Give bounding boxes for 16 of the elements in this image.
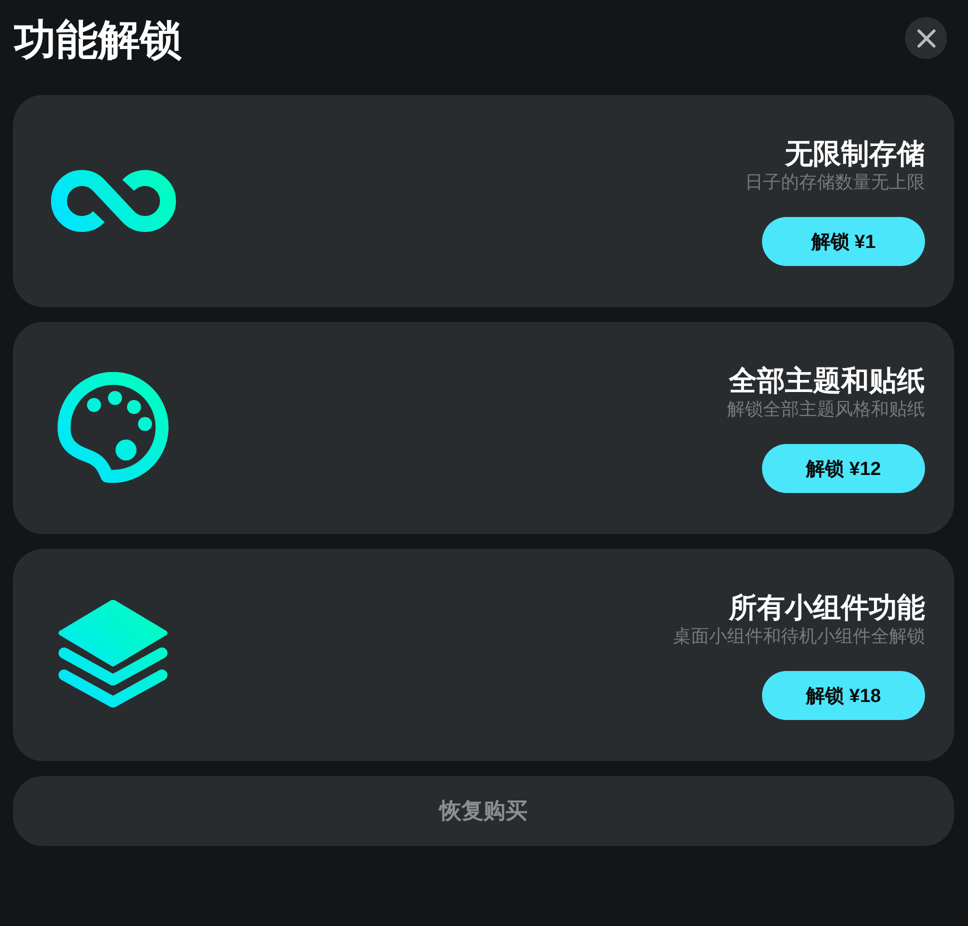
unlock-button[interactable]: 解锁 ¥18 [762,671,925,720]
palette-icon [56,372,170,484]
page-title: 功能解锁 [14,15,182,65]
feature-title: 所有小组件功能 [729,592,925,624]
close-icon [916,28,936,48]
infinity-icon [50,170,176,232]
unlock-button[interactable]: 解锁 ¥12 [762,444,925,493]
feature-title: 全部主题和贴纸 [729,365,925,397]
restore-purchase-button[interactable]: 恢复购买 [13,776,954,846]
close-button[interactable] [905,17,947,59]
feature-description: 日子的存储数量无上限 [745,171,925,194]
unlock-button[interactable]: 解锁 ¥1 [762,217,925,266]
feature-title: 无限制存储 [785,138,925,170]
layers-icon [58,600,168,710]
feature-description: 解锁全部主题风格和贴纸 [727,398,925,421]
feature-description: 桌面小组件和待机小组件全解锁 [673,625,925,648]
